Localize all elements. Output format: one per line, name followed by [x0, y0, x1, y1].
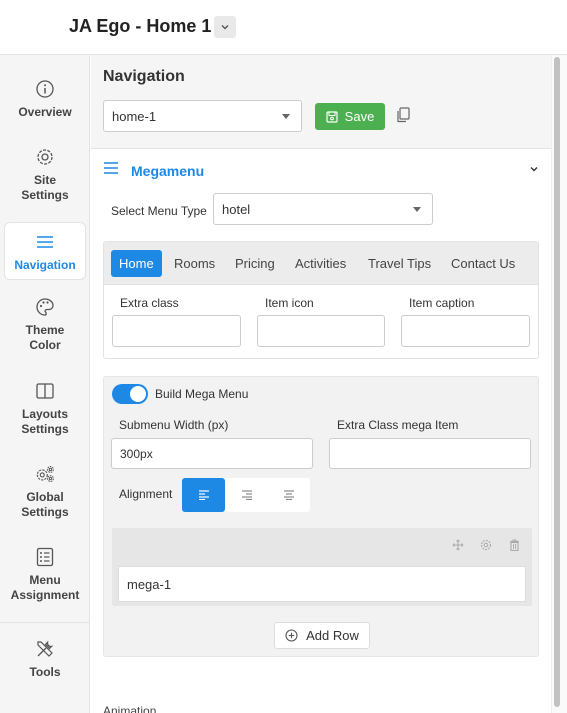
main-panel: Navigation home-1 Save Megamenu Select M… [91, 55, 551, 713]
palette-icon [35, 297, 55, 317]
submenu-width-input[interactable]: 300px [111, 438, 313, 469]
extra-class-mega-label: Extra Class mega Item [337, 418, 459, 432]
sidebar-item-label: Overview [18, 105, 72, 119]
align-left-button[interactable] [182, 478, 225, 512]
mega-menu-builder: Build Mega Menu Submenu Width (px) Extra… [103, 376, 539, 657]
save-button[interactable]: Save [315, 103, 385, 130]
sidebar-item-navigation[interactable]: Navigation [4, 222, 86, 280]
sidebar-item-label: Theme Color [25, 323, 65, 352]
sidebar-item-label: Global Settings [21, 490, 69, 519]
trash-icon[interactable] [507, 538, 521, 552]
align-center-button[interactable] [267, 478, 310, 512]
top-bar: JA Ego - Home 1 [0, 0, 567, 55]
tab-travel-tips[interactable]: Travel Tips [368, 250, 431, 277]
site-title: JA Ego - Home 1 [69, 16, 212, 36]
scrollbar-thumb[interactable] [554, 57, 560, 707]
align-right-icon [241, 490, 252, 500]
menu-type-select[interactable]: hotel [213, 193, 433, 225]
align-left-icon [198, 490, 209, 500]
sidebar-item-layouts-settings[interactable]: Layouts Settings [0, 381, 90, 437]
item-caption-input[interactable] [401, 315, 530, 347]
sidebar-item-theme-color[interactable]: Theme Color [0, 297, 90, 353]
mega-column[interactable]: mega-1 [118, 566, 526, 602]
sidebar-item-label: Layouts Settings [21, 407, 69, 436]
chevron-down-icon [221, 25, 229, 30]
row-settings-icon[interactable] [479, 538, 493, 552]
copy-icon[interactable] [396, 107, 410, 123]
align-right-button[interactable] [225, 478, 268, 512]
item-caption-label: Item caption [409, 296, 475, 310]
sidebar-item-menu-assignment[interactable]: Menu Assignment [0, 547, 90, 603]
sidebar-divider [0, 622, 90, 623]
add-row-button[interactable]: Add Row [274, 622, 370, 649]
sidebar-item-label: Menu Assignment [10, 573, 80, 602]
menu-select[interactable]: home-1 [103, 100, 302, 132]
tools-icon [35, 639, 55, 659]
save-icon [326, 110, 338, 123]
sidebar-item-label: Site Settings [21, 173, 69, 202]
gears-icon [35, 464, 55, 484]
tab-activities[interactable]: Activities [295, 250, 346, 277]
sidebar-item-label: Navigation [14, 258, 76, 272]
sidebar-item-global-settings[interactable]: Global Settings [0, 464, 90, 520]
animation-label: Animation [103, 704, 157, 713]
align-center-icon [283, 490, 294, 500]
sidebar-item-label: Tools [29, 665, 61, 679]
alignment-group [182, 478, 310, 512]
sidebar-item-overview[interactable]: Overview [0, 79, 90, 120]
layout-icon [35, 381, 55, 401]
toggle-knob [130, 386, 146, 402]
site-switcher-dropdown[interactable] [214, 16, 236, 38]
chevron-down-icon[interactable] [529, 164, 539, 174]
caret-down-icon [413, 207, 421, 212]
info-icon [35, 79, 55, 99]
extra-class-label: Extra class [120, 296, 179, 310]
navigation-header: Navigation home-1 Save [91, 55, 551, 149]
sidebar: Overview Site Settings Navigation Theme … [0, 55, 90, 713]
megamenu-header[interactable]: Megamenu [91, 150, 551, 190]
tab-contact-us[interactable]: Contact Us [451, 250, 515, 277]
sidebar-item-site-settings[interactable]: Site Settings [0, 147, 90, 203]
save-button-label: Save [344, 109, 375, 124]
megamenu-title: Megamenu [131, 163, 205, 179]
build-mega-menu-toggle[interactable] [112, 384, 148, 404]
list-icon [35, 547, 55, 567]
tab-home[interactable]: Home [111, 250, 162, 277]
tab-pricing[interactable]: Pricing [235, 250, 275, 277]
menu-items-panel: Home Rooms Pricing Activities Travel Tip… [103, 241, 539, 359]
hamburger-icon [104, 162, 118, 174]
menu-type-value: hotel [222, 201, 251, 217]
extra-class-input[interactable] [112, 315, 241, 347]
tab-rooms[interactable]: Rooms [174, 250, 215, 277]
sidebar-item-tools[interactable]: Tools [0, 639, 90, 680]
plus-circle-icon [285, 629, 298, 642]
submenu-width-value: 300px [120, 446, 153, 461]
submenu-width-label: Submenu Width (px) [119, 418, 229, 432]
hamburger-icon [35, 232, 55, 252]
main-scrollbar[interactable] [551, 55, 567, 713]
alignment-label: Alignment [119, 487, 173, 501]
add-row-label: Add Row [306, 628, 359, 643]
gear-icon [35, 147, 55, 167]
item-icon-input[interactable] [257, 315, 385, 347]
menu-item-tabs: Home Rooms Pricing Activities Travel Tip… [104, 242, 538, 285]
move-icon[interactable] [451, 538, 465, 552]
caret-down-icon [282, 114, 290, 119]
item-icon-label: Item icon [265, 296, 314, 310]
page-title: Navigation [103, 68, 185, 85]
mega-row: mega-1 [112, 528, 532, 606]
build-mega-menu-label: Build Mega Menu [155, 387, 249, 401]
menu-type-label: Select Menu Type [111, 204, 207, 218]
menu-select-value: home-1 [112, 108, 157, 124]
extra-class-mega-input[interactable] [329, 438, 531, 469]
